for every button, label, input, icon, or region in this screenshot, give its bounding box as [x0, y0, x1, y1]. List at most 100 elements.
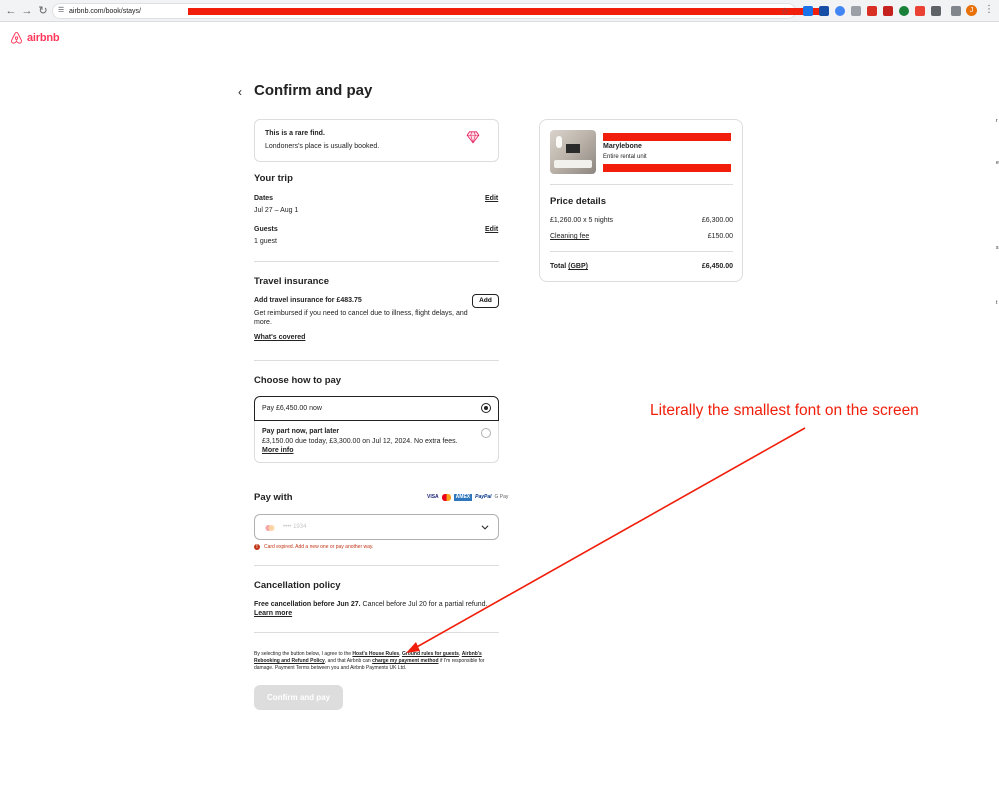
choose-how-to-pay-heading: Choose how to pay — [254, 375, 342, 386]
back-chevron-icon[interactable]: ‹ — [238, 85, 242, 99]
cancellation-heading: Cancellation policy — [254, 580, 341, 591]
extension-icon[interactable] — [899, 6, 909, 16]
listing-title-redaction — [603, 133, 731, 141]
dates-value: Jul 27 – Aug 1 — [254, 207, 299, 214]
pay-part-radio[interactable] — [481, 428, 491, 438]
card-brand-logos: VISA AMEX PayPal G Pay — [427, 494, 508, 501]
pay-part-description: £3,150.00 due today, £3,300.00 on Jul 12… — [262, 438, 458, 445]
cancellation-text: Free cancellation before Jun 27. Cancel … — [254, 601, 487, 608]
host-rules-link[interactable]: Host's House Rules — [352, 651, 399, 657]
guests-label: Guests — [254, 226, 278, 233]
mastercard-logo-icon — [441, 494, 451, 501]
rare-find-card: This is a rare find. Londoners's place i… — [254, 119, 499, 162]
total-value: £6,450.00 — [701, 263, 733, 270]
pay-full-radio[interactable] — [481, 403, 491, 413]
learn-more-link[interactable]: Learn more — [254, 610, 292, 617]
cleaning-fee-value: £150.00 — [707, 233, 733, 240]
pay-part-option[interactable]: Pay part now, part later £3,150.00 due t… — [254, 421, 499, 463]
total-row: Total (GBP) £6,450.00 — [550, 263, 733, 270]
more-info-link[interactable]: More info — [262, 447, 294, 454]
dates-label: Dates — [254, 195, 274, 202]
ground-rules-link[interactable]: Ground rules for guests — [402, 651, 459, 657]
reload-icon[interactable]: ↻ — [36, 4, 50, 18]
listing-summary-card: Marylebone Entire rental unit Price deta… — [539, 119, 743, 282]
legal-agreement-text: By selecting the button below, I agree t… — [254, 651, 502, 672]
site-info-icon[interactable]: ☰ — [58, 7, 66, 15]
your-trip-heading: Your trip — [254, 173, 293, 184]
bookmark-star-icon[interactable]: ☆ — [781, 5, 789, 17]
guests-value: 1 guest — [254, 238, 277, 245]
extension-icon[interactable] — [851, 6, 861, 16]
browser-menu-icon[interactable]: ⋮ — [984, 4, 994, 16]
pay-with-heading: Pay with — [254, 492, 293, 503]
extensions-puzzle-icon[interactable] — [931, 6, 941, 16]
pay-full-option[interactable]: Pay £6,450.00 now — [254, 396, 499, 421]
listing-type: Entire rental unit — [603, 154, 647, 160]
card-error-message: ! Card expired. Add a new one or pay ano… — [254, 544, 373, 550]
travel-insurance-heading: Travel insurance — [254, 276, 329, 287]
divider — [254, 261, 499, 262]
listing-photo — [550, 130, 596, 174]
currency-link[interactable]: (GBP) — [568, 263, 588, 270]
nightly-price-value: £6,300.00 — [701, 217, 733, 224]
photo-detail — [556, 136, 562, 148]
extension-icon[interactable] — [835, 6, 845, 16]
error-icon: ! — [254, 544, 260, 550]
legal-text: By selecting the button below, I agree t… — [254, 651, 353, 657]
back-arrow-icon[interactable]: ← — [4, 4, 18, 18]
cleaning-fee-link[interactable]: Cleaning fee — [550, 233, 589, 240]
divider — [254, 632, 499, 633]
charge-payment-link[interactable]: charge my payment method — [372, 658, 438, 664]
diamond-icon — [466, 131, 480, 144]
chevron-down-icon — [481, 525, 489, 530]
add-insurance-button[interactable]: Add — [472, 294, 499, 308]
rare-find-subtitle: Londoners's place is usually booked. — [265, 143, 380, 150]
cancellation-bold: Free cancellation before Jun 27. — [254, 601, 361, 608]
insurance-description: Get reimbursed if you need to cancel due… — [254, 310, 468, 326]
confirm-and-pay-button[interactable]: Confirm and pay — [254, 685, 343, 710]
price-details-heading: Price details — [550, 196, 606, 207]
url-text: airbnb.com/book/stays/ — [69, 8, 141, 15]
url-redaction — [188, 8, 828, 15]
whats-covered-link[interactable]: What's covered — [254, 334, 305, 341]
address-bar[interactable]: ☰ airbnb.com/book/stays/ ☆ — [52, 3, 828, 19]
extension-icon[interactable] — [803, 6, 813, 16]
pay-part-title: Pay part now, part later — [262, 428, 340, 435]
browser-toolbar: ← → ↻ ☰ airbnb.com/book/stays/ ☆ J ⋮ — [0, 0, 999, 22]
photo-detail — [566, 144, 580, 153]
listing-rating-redaction — [603, 164, 731, 172]
extension-icon[interactable] — [819, 6, 829, 16]
extension-icon[interactable] — [915, 6, 925, 16]
edge-fragment: s — [996, 245, 999, 251]
cleaning-fee-row: Cleaning fee £150.00 — [550, 233, 733, 240]
divider — [550, 184, 733, 185]
page-title: Confirm and pay — [254, 82, 373, 99]
listing-name: Marylebone — [603, 143, 642, 150]
photo-detail — [554, 160, 592, 168]
insurance-title: Add travel insurance for £483.75 — [254, 297, 362, 304]
payment-method-select[interactable]: •••• 1934 — [254, 514, 499, 540]
edge-fragment: e — [996, 160, 999, 166]
extension-icon[interactable] — [867, 6, 877, 16]
rare-find-title: This is a rare find. — [265, 130, 325, 137]
amex-logo-icon: AMEX — [453, 494, 473, 501]
mastercard-icon — [265, 525, 275, 531]
edge-fragment: t — [996, 300, 998, 306]
card-number: •••• 1934 — [283, 524, 307, 530]
extension-icon[interactable] — [883, 6, 893, 16]
forward-arrow-icon[interactable]: → — [20, 4, 34, 18]
airbnb-logo[interactable]: airbnb — [10, 30, 60, 46]
profile-avatar[interactable]: J — [966, 5, 977, 16]
extension-icon[interactable] — [951, 6, 961, 16]
google-pay-logo-icon: G Pay — [494, 494, 509, 500]
edit-guests-link[interactable]: Edit — [485, 226, 498, 233]
divider — [550, 251, 733, 252]
logo-text: airbnb — [27, 32, 60, 44]
visa-logo-icon: VISA — [427, 494, 439, 500]
airbnb-logo-icon — [11, 31, 22, 44]
cancellation-rest: Cancel before Jul 20 for a partial refun… — [360, 601, 488, 608]
legal-text: , and that Airbnb can — [324, 658, 373, 664]
pay-full-label: Pay £6,450.00 now — [262, 405, 322, 412]
edit-dates-link[interactable]: Edit — [485, 195, 498, 202]
edge-fragment: r — [996, 118, 998, 124]
